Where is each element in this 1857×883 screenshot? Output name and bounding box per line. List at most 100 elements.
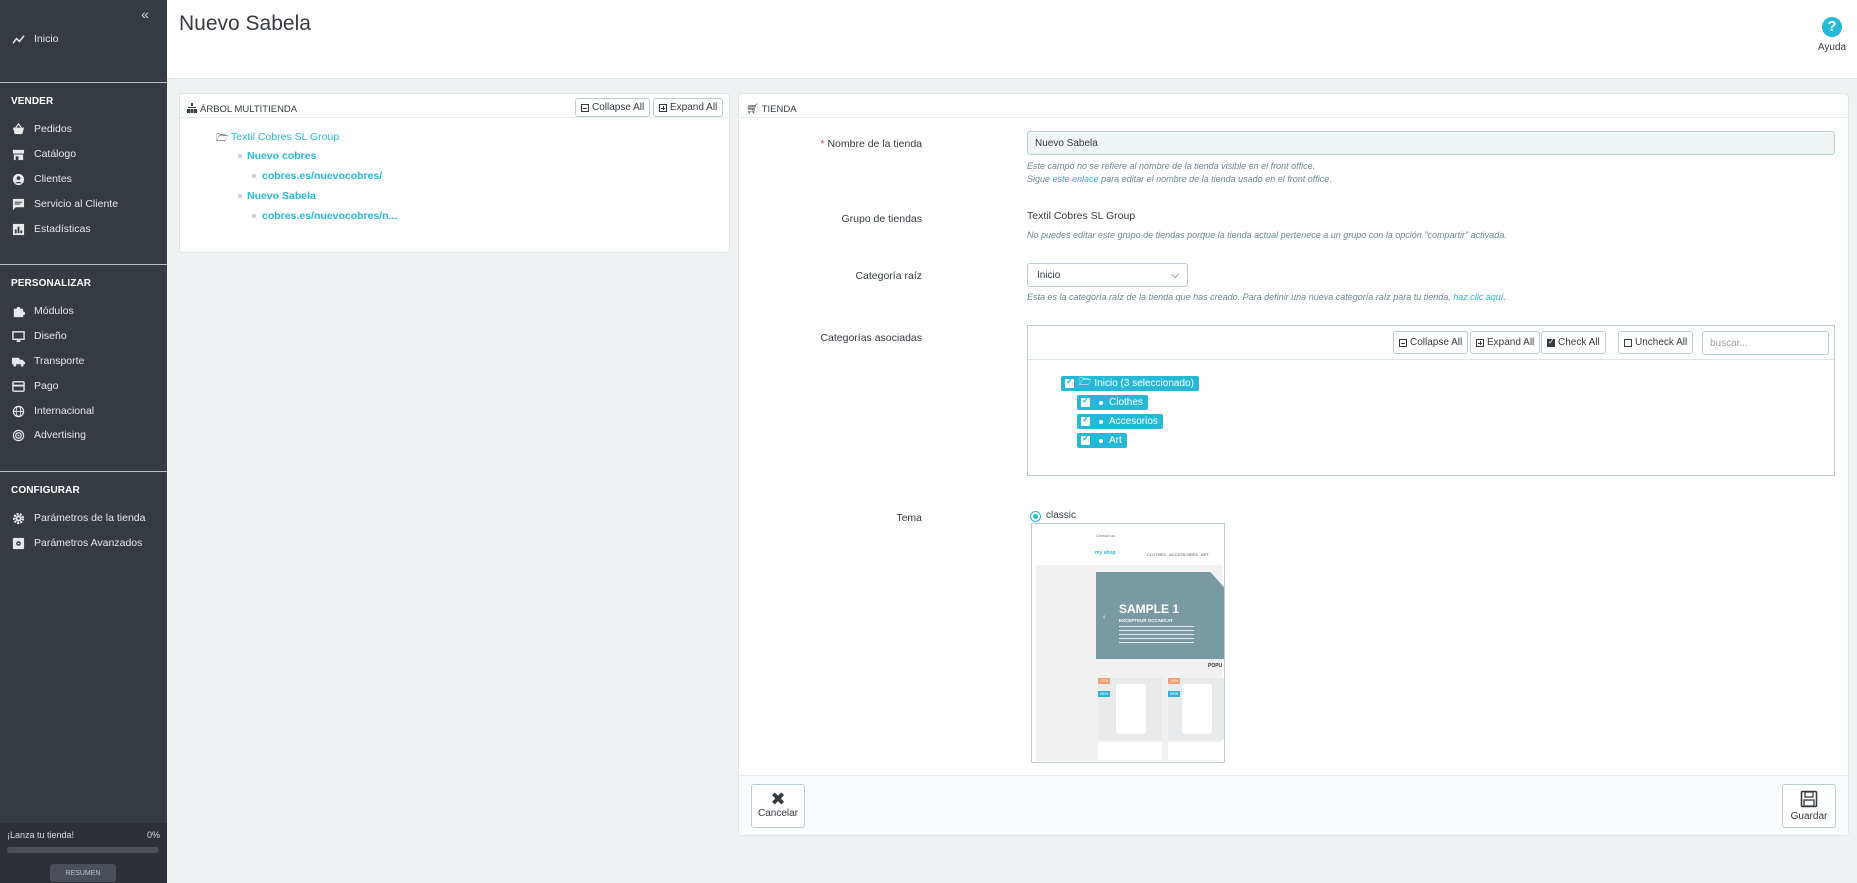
category-label: Inicio (3 seleccionado) [1094, 378, 1194, 389]
help-label: Ayuda [1817, 42, 1847, 53]
preview-discount-badge: -20% [1168, 678, 1181, 684]
sidebar-item-clientes[interactable]: Clientes [11, 170, 72, 188]
divider [0, 82, 167, 83]
sidebar-item-servicio[interactable]: Servicio al Cliente [11, 195, 118, 213]
multistore-tree-panel: ÁRBOL MULTITIENDA Collapse All Expand Al… [179, 93, 730, 253]
desktop-icon [11, 329, 25, 343]
sidebar-item-parametros-avanzados[interactable]: Parámetros Avanzados [11, 534, 142, 552]
preview-menu: CLOTHES ACCESSORIES ART [1147, 552, 1209, 557]
collapse-icon [1399, 338, 1407, 347]
checkbox-checked-icon [1547, 337, 1555, 347]
hint-text: para editar el nombre de la tienda usado… [1098, 174, 1332, 184]
preview-contact: Contact us [1096, 533, 1116, 538]
chevron-down-icon: ⌵ [1171, 270, 1179, 281]
settings-box-icon [11, 536, 25, 550]
shop-name-input[interactable]: Nuevo Sabela [1027, 131, 1835, 155]
category-item[interactable]: Clothes [1077, 395, 1148, 410]
hint-text: . [1503, 292, 1506, 302]
category-toolbar: Collapse All Expand All Check All Unchec… [1028, 326, 1834, 360]
category-label: Accesorios [1109, 416, 1158, 427]
gear-icon [11, 511, 25, 525]
category-root-item[interactable]: 🗁Inicio (3 seleccionado) [1061, 376, 1199, 391]
sidebar-item-modulos[interactable]: Módulos [11, 302, 74, 320]
shop-name-hint: Este campo no se refiere al nombre de la… [1027, 161, 1316, 171]
sidebar-item-label: Clientes [34, 173, 72, 185]
theme-preview-image[interactable]: Contact us my shop CLOTHES ACCESSORIES A… [1031, 523, 1225, 763]
shop-panel: 🛒︎ TIENDA * Nombre de la tienda Nuevo Sab… [738, 93, 1849, 836]
chat-icon [11, 197, 25, 211]
sidebar-item-label: Diseño [34, 330, 67, 342]
help-icon: ? [1822, 17, 1842, 37]
button-label: Check All [1558, 337, 1600, 348]
sidebar-item-label: Catálogo [34, 148, 77, 160]
button-label: Uncheck All [1635, 337, 1688, 348]
root-category-select[interactable]: Inicio ⌵ [1027, 263, 1188, 287]
cancel-button[interactable]: ✖ Cancelar [751, 784, 805, 828]
checkbox-checked-icon [1081, 414, 1090, 426]
trending-up-icon [11, 32, 25, 46]
save-icon [1783, 790, 1835, 811]
category-label: Art [1109, 435, 1122, 446]
category-search-input[interactable]: buscar... [1702, 331, 1829, 355]
sidebar-item-diseno[interactable]: Diseño [11, 327, 67, 345]
tree-bullet [252, 214, 256, 218]
basket-icon [11, 122, 25, 136]
save-button[interactable]: Guardar [1782, 784, 1836, 828]
checkbox-empty-icon [1624, 338, 1632, 347]
sidebar-item-parametros-tienda[interactable]: Parámetros de la tienda [11, 509, 145, 527]
launch-progress-bar [7, 847, 159, 853]
help-button[interactable]: ? Ayuda [1817, 17, 1847, 53]
chevron-left-icon: ‹ [1103, 614, 1106, 621]
tree-group-link[interactable]: Textil Cobres SL Group [231, 131, 339, 143]
divider [0, 264, 167, 265]
sidebar-item-inicio[interactable]: Inicio [11, 30, 59, 48]
category-item[interactable]: Art [1077, 433, 1127, 448]
edit-name-link[interactable]: este enlace [1053, 174, 1099, 184]
create-root-link[interactable]: haz clic aquí [1453, 292, 1503, 302]
collapse-icon [581, 103, 589, 112]
collapse-all-button[interactable]: Collapse All [575, 98, 651, 117]
sidebar-item-transporte[interactable]: Transporte [11, 352, 84, 370]
hint-text: Esta es la categoría raíz de la tienda q… [1027, 292, 1454, 302]
cat-collapse-all-button[interactable]: Collapse All [1393, 331, 1469, 354]
folder-open-icon: 🗁 [1079, 377, 1092, 388]
associated-categories-label: Categorías asociadas [820, 332, 922, 344]
expand-icon [659, 103, 667, 112]
check-all-button[interactable]: Check All [1541, 331, 1606, 354]
tree-url-link[interactable]: cobres.es/nuevocobres/n... [262, 210, 397, 222]
uncheck-all-button[interactable]: Uncheck All [1618, 331, 1694, 354]
sidebar-item-advertising[interactable]: Advertising [11, 426, 86, 444]
button-label: Expand All [670, 102, 718, 113]
select-value: Inicio [1037, 270, 1061, 281]
preview-tshirt-2 [1182, 684, 1212, 734]
sidebar-item-catalogo[interactable]: Catálogo [11, 145, 76, 163]
tree-url-link[interactable]: cobres.es/nuevocobres/ [262, 170, 382, 182]
cart-icon: 🛒︎ [746, 103, 759, 115]
launch-shop-widget: ¡Lanza tu tienda! 0% RESUMEN [0, 823, 167, 883]
sidebar-item-pedidos[interactable]: Pedidos [11, 120, 72, 138]
sidebar-item-estadisticas[interactable]: Estadísticas [11, 220, 91, 238]
theme-radio-classic[interactable] [1030, 511, 1041, 522]
cat-expand-all-button[interactable]: Expand All [1470, 331, 1541, 354]
tree-bullet [252, 174, 256, 178]
puzzle-icon [11, 304, 25, 318]
double-chevron-left-icon[interactable]: « [138, 6, 152, 22]
launch-percent: 0% [146, 830, 160, 840]
panel-title: TIENDA [761, 103, 797, 115]
sidebar-item-pago[interactable]: Pago [11, 377, 59, 395]
theme-label: Tema [896, 512, 922, 524]
page-header: Nuevo Sabela ? Ayuda [167, 0, 1857, 79]
checkbox-checked-icon [1081, 395, 1090, 407]
sidebar-item-label: Servicio al Cliente [34, 198, 119, 210]
tree-shop-link[interactable]: Nuevo Sabela [247, 190, 316, 202]
tree-shop-link[interactable]: Nuevo cobres [247, 150, 316, 162]
summary-button[interactable]: RESUMEN [50, 864, 116, 882]
shop-group-label: Grupo de tiendas [841, 213, 922, 225]
checkbox-checked-icon [1081, 433, 1090, 445]
sidebar-item-internacional[interactable]: Internacional [11, 402, 94, 420]
page-title: Nuevo Sabela [179, 12, 311, 35]
hint-text: Sigue [1027, 174, 1053, 184]
expand-all-button[interactable]: Expand All [653, 98, 724, 117]
shop-group-value: Textil Cobres SL Group [1027, 210, 1136, 222]
category-item[interactable]: Accesorios [1077, 414, 1163, 429]
